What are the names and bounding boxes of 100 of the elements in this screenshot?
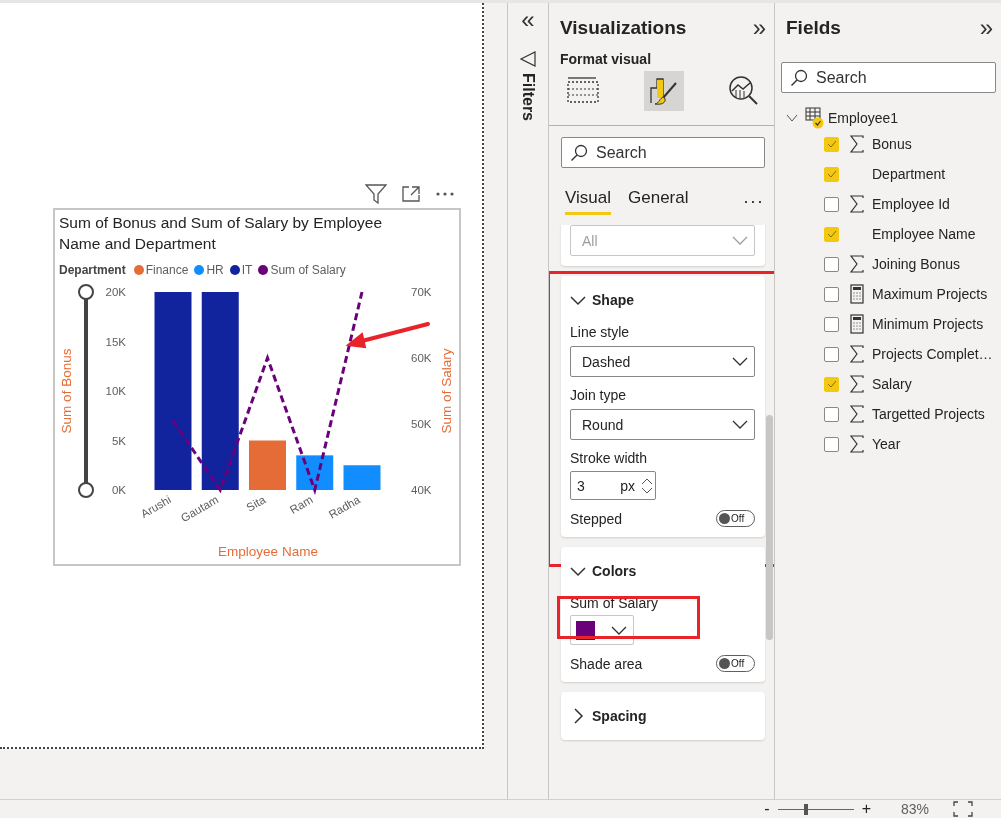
chart-title: Sum of Bonus and Sum of Salary by Employee Name and Department	[58, 213, 384, 254]
chevron-down-icon	[786, 114, 798, 122]
search-icon	[570, 144, 588, 162]
sigma-icon	[850, 405, 864, 423]
axis-title: Sum of Bonus	[59, 348, 74, 434]
collapse-button[interactable]: «	[521, 9, 535, 31]
scrollbar-thumb[interactable]	[766, 415, 773, 640]
field-label: Join type	[570, 386, 628, 403]
y-axis-label: 20K	[105, 286, 126, 298]
calculator-icon	[850, 284, 864, 304]
bar	[343, 465, 381, 490]
field-label: Stepped	[570, 510, 623, 527]
dropdown[interactable]: Dashed	[570, 346, 755, 377]
checkbox[interactable]	[824, 256, 839, 272]
expand-button[interactable]: »	[979, 17, 993, 39]
sigma-icon	[850, 375, 864, 393]
check-icon	[826, 380, 837, 388]
bar	[249, 440, 286, 490]
y-axis-label: 50K	[411, 418, 432, 430]
section-header[interactable]: Shape	[570, 284, 634, 314]
checkbox[interactable]	[824, 376, 839, 392]
chevron-down-icon	[732, 236, 748, 245]
legend-title: Department	[59, 263, 126, 277]
checkbox[interactable]	[824, 136, 839, 152]
zoom-slider[interactable]	[777, 803, 854, 815]
calculator-icon	[850, 314, 864, 334]
checkbox[interactable]	[824, 286, 839, 302]
x-axis-label: Ram	[287, 493, 315, 516]
section-header[interactable]: Spacing	[570, 700, 647, 730]
section-title: Format visual	[559, 50, 653, 67]
y-axis-label: 5K	[111, 434, 126, 447]
field-item[interactable]: Department	[775, 159, 1001, 189]
x-axis-label: Sita	[244, 493, 268, 514]
table-icon	[805, 107, 825, 129]
y-axis-label: 70K	[411, 286, 432, 298]
sigma-icon	[850, 435, 864, 453]
checkbox[interactable]	[824, 406, 839, 422]
format-visual-tab[interactable]	[643, 71, 684, 111]
checkbox[interactable]	[824, 196, 839, 212]
field-item[interactable]: Projects Complet…	[775, 339, 1001, 369]
legend-label: HR	[206, 263, 224, 277]
sigma-icon	[850, 255, 864, 273]
check-icon	[826, 140, 837, 148]
zoom-level: 83%	[900, 801, 929, 817]
chevron-down-icon	[732, 357, 748, 366]
axis-title: Employee Name	[218, 544, 318, 559]
y-axis-label: 0K	[111, 484, 126, 496]
sigma-icon	[850, 345, 864, 363]
more-options-button[interactable]: ···	[743, 191, 764, 212]
fit-to-page-icon[interactable]	[953, 801, 973, 817]
legend-label: Finance	[145, 263, 189, 277]
field-label: Line style	[570, 323, 631, 340]
y-axis-label: 15K	[105, 335, 126, 348]
chevron-down-icon	[611, 625, 627, 635]
zoom-out-button[interactable]: -	[764, 800, 770, 818]
y-axis-label: 40K	[411, 484, 432, 496]
filters-title[interactable]: Filters	[519, 73, 537, 121]
zoom-in-button[interactable]: +	[861, 800, 871, 818]
search-field[interactable]: Search	[561, 137, 765, 168]
expand-button[interactable]: »	[752, 17, 766, 39]
spinner-icon	[641, 476, 653, 495]
tab[interactable]: Visual	[565, 188, 611, 215]
color-picker[interactable]	[570, 615, 634, 645]
field-item[interactable]: Salary	[775, 369, 1001, 399]
dropdown[interactable]: Round	[570, 409, 755, 440]
check-icon	[826, 170, 837, 178]
check-icon	[826, 230, 837, 238]
field-item[interactable]: Joining Bonus	[775, 249, 1001, 279]
tab[interactable]: General	[628, 188, 689, 215]
y-axis-label: 60K	[411, 352, 432, 364]
pane-title: Fields	[786, 17, 841, 39]
number-field[interactable]: 3 px	[570, 471, 656, 500]
pane-title: Visualizations	[560, 17, 687, 39]
sigma-icon	[850, 195, 864, 213]
checkbox[interactable]	[824, 436, 839, 452]
search-icon	[790, 69, 808, 87]
legend-label: Sum of Salary	[270, 263, 346, 277]
section-header[interactable]: Colors	[570, 555, 637, 585]
field-label: Stroke width	[570, 449, 649, 466]
field-item[interactable]: Employee Name	[775, 219, 1001, 249]
field-item[interactable]: Targetted Projects	[775, 399, 1001, 429]
axis-title: Sum of Salary	[439, 348, 454, 434]
field-item[interactable]: Maximum Projects	[775, 279, 1001, 309]
field-item[interactable]: Minimum Projects	[775, 309, 1001, 339]
checkbox[interactable]	[824, 226, 839, 242]
checkbox[interactable]	[824, 346, 839, 362]
y-axis-label: 10K	[105, 385, 126, 397]
field-label: Shade area	[570, 655, 643, 672]
focus-mode-icon[interactable]	[401, 185, 421, 203]
sigma-icon	[850, 135, 864, 153]
checkbox[interactable]	[824, 316, 839, 332]
field-item[interactable]: Year	[775, 429, 1001, 459]
field-item[interactable]: Employee Id	[775, 189, 1001, 219]
field-item[interactable]: Bonus	[775, 129, 1001, 159]
checkbox[interactable]	[824, 166, 839, 182]
chevron-down-icon	[732, 420, 748, 429]
legend-label: IT	[241, 263, 253, 277]
search-field[interactable]: Search	[781, 62, 996, 93]
table-node[interactable]: Employee1	[775, 93, 1001, 129]
more-options-icon[interactable]	[435, 191, 455, 197]
